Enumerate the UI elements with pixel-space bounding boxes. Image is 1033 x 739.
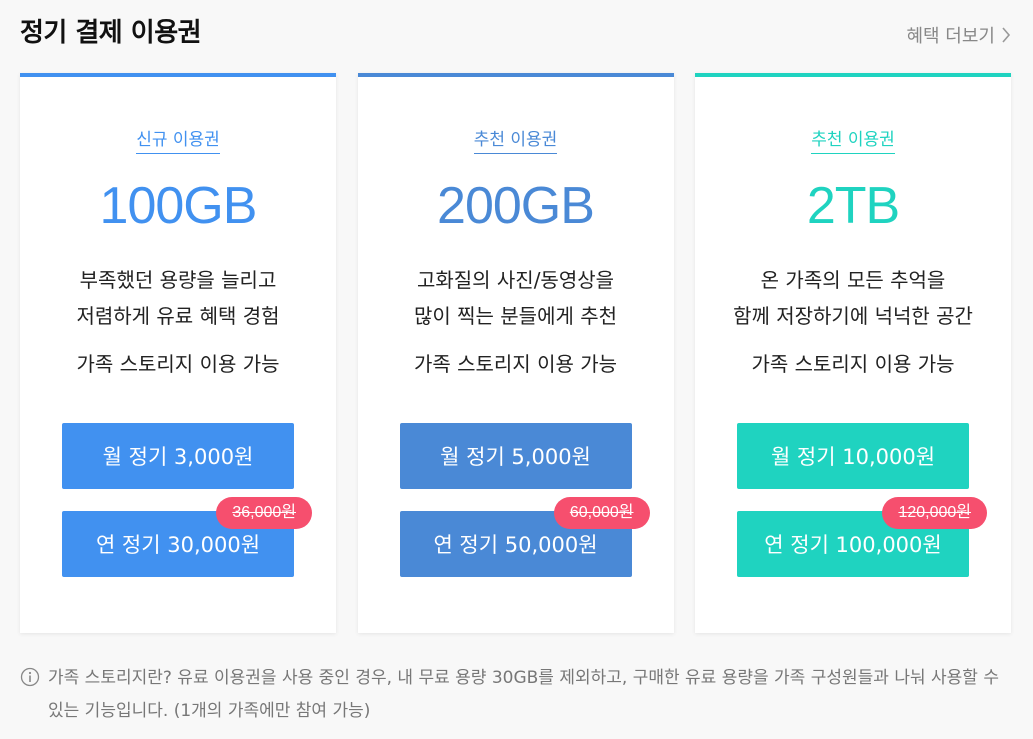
page-title: 정기 결제 이용권 xyxy=(20,18,202,48)
card-accent-bar xyxy=(695,73,1011,77)
info-icon xyxy=(20,667,40,687)
plan-badge: 추천 이용권 xyxy=(473,125,558,154)
family-storage-note: 가족 스토리지 이용 가능 xyxy=(413,352,618,376)
monthly-subscribe-button[interactable]: 월 정기 3,000원 xyxy=(62,423,294,489)
family-storage-note: 가족 스토리지 이용 가능 xyxy=(751,352,955,376)
notice-text: 가족 스토리지란? 유료 이용권을 사용 중인 경우, 내 무료 용량 30GB… xyxy=(48,668,999,721)
plan-badge: 추천 이용권 xyxy=(811,125,895,154)
plan-description: 고화질의 사진/동영상을 많이 찍는 분들에게 추천 xyxy=(358,262,674,334)
plan-card-200gb: 추천 이용권 200GB 고화질의 사진/동영상을 많이 찍는 분들에게 추천 … xyxy=(357,73,674,633)
benefits-more-link[interactable]: 혜택 더보기 xyxy=(906,22,1011,48)
plan-desc-line2: 함께 저장하기에 넉넉한 공간 xyxy=(733,304,973,328)
plan-capacity: 100GB xyxy=(99,177,258,235)
plan-desc-line2: 많이 찍는 분들에게 추천 xyxy=(413,304,618,328)
plan-card-100gb: 신규 이용권 100GB 부족했던 용량을 늘리고 저렴하게 유료 혜택 경험 … xyxy=(20,73,336,633)
monthly-subscribe-button[interactable]: 월 정기 5,000원 xyxy=(399,423,632,489)
plan-description: 온 가족의 모든 추억을 함께 저장하기에 넉넉한 공간 xyxy=(695,262,1011,334)
family-storage-notice: 가족 스토리지란? 유료 이용권을 사용 중인 경우, 내 무료 용량 30GB… xyxy=(20,662,1015,728)
chevron-right-icon xyxy=(1002,27,1011,43)
plan-desc-line1: 부족했던 용량을 늘리고 xyxy=(79,268,277,292)
original-price-badge: 120,000원 xyxy=(882,497,987,529)
plan-desc-line1: 온 가족의 모든 추억을 xyxy=(760,268,946,292)
plan-cards: 신규 이용권 100GB 부족했던 용량을 늘리고 저렴하게 유료 혜택 경험 … xyxy=(20,73,1011,633)
plan-card-2tb: 추천 이용권 2TB 온 가족의 모든 추억을 함께 저장하기에 넉넉한 공간 … xyxy=(695,73,1011,633)
plan-capacity: 2TB xyxy=(806,177,900,235)
plan-capacity: 200GB xyxy=(437,177,595,235)
plan-desc-line2: 저렴하게 유료 혜택 경험 xyxy=(76,304,280,328)
plan-desc-line1: 고화질의 사진/동영상을 xyxy=(416,268,615,292)
family-storage-note: 가족 스토리지 이용 가능 xyxy=(76,352,280,376)
original-price-badge: 36,000원 xyxy=(216,497,312,529)
benefits-more-label: 혜택 더보기 xyxy=(906,26,995,47)
card-accent-bar xyxy=(20,73,336,77)
plan-badge: 신규 이용권 xyxy=(136,125,220,154)
page: 정기 결제 이용권 혜택 더보기 신규 이용권 100GB 부족했던 용량을 늘… xyxy=(0,0,1033,739)
original-price-badge: 60,000원 xyxy=(553,497,650,529)
monthly-subscribe-button[interactable]: 월 정기 10,000원 xyxy=(737,423,969,489)
plan-description: 부족했던 용량을 늘리고 저렴하게 유료 혜택 경험 xyxy=(20,262,336,334)
card-accent-bar xyxy=(357,73,674,77)
